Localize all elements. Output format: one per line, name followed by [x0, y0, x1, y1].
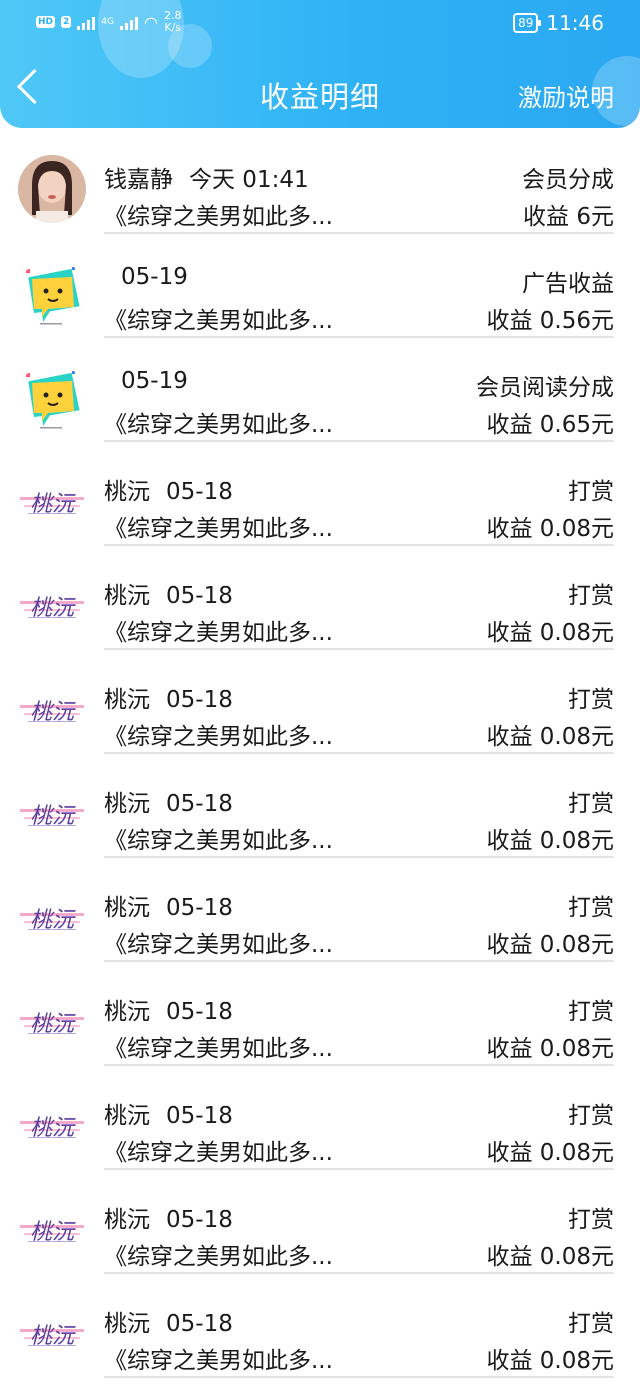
chat-bubble-avatar — [18, 259, 86, 327]
entry-time: 05-18 — [166, 791, 233, 817]
entry-time: 05-18 — [166, 583, 233, 609]
user-name: 桃沅 — [104, 791, 150, 817]
network-speed: 2.8 K/s — [164, 10, 182, 34]
user-name: 桃沅 — [104, 687, 150, 713]
book-title: 《综穿之美男如此多... — [104, 1036, 333, 1062]
income-amount: 收益 6元 — [523, 204, 614, 230]
taoyuan-logo-avatar: 桃沅 — [18, 883, 86, 951]
incentive-info-link[interactable]: 激励说明 — [518, 78, 614, 113]
entry-time: 05-18 — [166, 1311, 233, 1337]
entry-time: 05-18 — [166, 895, 233, 921]
network-type: 4G — [101, 17, 114, 27]
book-title: 《综穿之美男如此多... — [104, 412, 333, 438]
clock: 11:46 — [546, 11, 604, 35]
book-title: 《综穿之美男如此多... — [104, 932, 333, 958]
app-header: HD 2 4G ◠ 2.8 K/s 89 11:46 收益明细 激励说明 — [0, 0, 640, 128]
user-name: 桃沅 — [104, 1103, 150, 1129]
taoyuan-logo-avatar: 桃沅 — [18, 675, 86, 743]
taoyuan-logo-avatar: 桃沅 — [18, 779, 86, 847]
list-item-1[interactable]: 钱嘉静 今天 01:41 会员分成 《综穿之美男如此多... 收益 6元 — [0, 130, 640, 234]
speed-unit: K/s — [164, 21, 182, 34]
hd-badge: HD — [36, 16, 56, 28]
user-name: 桃沅 — [104, 1207, 150, 1233]
user-name: 桃沅 — [104, 479, 150, 505]
income-amount: 收益 0.08元 — [486, 1348, 614, 1374]
income-amount: 收益 0.08元 — [486, 620, 614, 646]
income-type: 打赏 — [568, 479, 614, 505]
user-name: 桃沅 — [104, 1311, 150, 1337]
taoyuan-logo-avatar: 桃沅 — [18, 1299, 86, 1367]
entry-time: 05-18 — [166, 1103, 233, 1129]
user-name: 桃沅 — [104, 999, 150, 1025]
income-amount: 收益 0.08元 — [486, 932, 614, 958]
book-title: 《综穿之美男如此多... — [104, 204, 333, 230]
taoyuan-logo-avatar: 桃沅 — [18, 467, 86, 535]
list-item-9[interactable]: 桃沅 桃沅 05-18 打赏 《综穿之美男如此多... 收益 0.08元 — [0, 962, 640, 1066]
list-item-6[interactable]: 桃沅 桃沅 05-18 打赏 《综穿之美男如此多... 收益 0.08元 — [0, 650, 640, 754]
photo-avatar — [18, 155, 86, 223]
book-title: 《综穿之美男如此多... — [104, 1348, 333, 1374]
list-item-7[interactable]: 桃沅 桃沅 05-18 打赏 《综穿之美男如此多... 收益 0.08元 — [0, 754, 640, 858]
wifi-icon: ◠ — [143, 12, 158, 32]
taoyuan-logo-avatar: 桃沅 — [18, 987, 86, 1055]
income-type: 打赏 — [568, 687, 614, 713]
book-title: 《综穿之美男如此多... — [104, 1244, 333, 1270]
book-title: 《综穿之美男如此多... — [104, 308, 333, 334]
list-item-10[interactable]: 桃沅 桃沅 05-18 打赏 《综穿之美男如此多... 收益 0.08元 — [0, 1066, 640, 1170]
user-name: 桃沅 — [104, 895, 150, 921]
entry-time: 05-18 — [166, 1207, 233, 1233]
list-item-2[interactable]: 05-19 广告收益 《综穿之美男如此多... 收益 0.56元 — [0, 234, 640, 338]
divider — [104, 1376, 614, 1378]
entry-time: 今天 01:41 — [189, 167, 309, 193]
income-amount: 收益 0.08元 — [486, 1140, 614, 1166]
income-type: 会员分成 — [522, 167, 614, 193]
income-type: 打赏 — [568, 583, 614, 609]
entry-time: 05-18 — [166, 999, 233, 1025]
chat-bubble-avatar — [18, 363, 86, 431]
signal-icon — [119, 14, 138, 30]
income-amount: 收益 0.65元 — [486, 412, 614, 438]
list-item-3[interactable]: 05-19 会员阅读分成 《综穿之美男如此多... 收益 0.65元 — [0, 338, 640, 442]
book-title: 《综穿之美男如此多... — [104, 620, 333, 646]
income-type: 打赏 — [568, 1103, 614, 1129]
user-name: 钱嘉静 — [104, 167, 173, 193]
entry-time: 05-18 — [166, 687, 233, 713]
taoyuan-logo-avatar: 桃沅 — [18, 571, 86, 639]
status-bar: HD 2 4G ◠ 2.8 K/s 89 11:46 — [0, 0, 640, 46]
earnings-list: 钱嘉静 今天 01:41 会员分成 《综穿之美男如此多... 收益 6元 05-1… — [0, 130, 640, 1378]
list-item-4[interactable]: 桃沅 桃沅 05-18 打赏 《综穿之美男如此多... 收益 0.08元 — [0, 442, 640, 546]
taoyuan-logo-avatar: 桃沅 — [18, 1091, 86, 1159]
list-item-11[interactable]: 桃沅 桃沅 05-18 打赏 《综穿之美男如此多... 收益 0.08元 — [0, 1170, 640, 1274]
list-item-8[interactable]: 桃沅 桃沅 05-18 打赏 《综穿之美男如此多... 收益 0.08元 — [0, 858, 640, 962]
income-type: 打赏 — [568, 895, 614, 921]
income-type: 广告收益 — [522, 271, 614, 297]
list-item-5[interactable]: 桃沅 桃沅 05-18 打赏 《综穿之美男如此多... 收益 0.08元 — [0, 546, 640, 650]
income-amount: 收益 0.08元 — [486, 828, 614, 854]
entry-time: 05-19 — [121, 368, 188, 394]
income-amount: 收益 0.08元 — [486, 1244, 614, 1270]
book-title: 《综穿之美男如此多... — [104, 724, 333, 750]
battery-icon: 89 — [513, 13, 542, 33]
book-title: 《综穿之美男如此多... — [104, 828, 333, 854]
list-item-12[interactable]: 桃沅 桃沅 05-18 打赏 《综穿之美男如此多... 收益 0.08元 — [0, 1274, 640, 1378]
sim-badge: 2 — [61, 16, 72, 28]
entry-time: 05-19 — [121, 264, 188, 290]
income-amount: 收益 0.08元 — [486, 724, 614, 750]
user-name: 桃沅 — [104, 583, 150, 609]
income-type: 打赏 — [568, 999, 614, 1025]
income-type: 打赏 — [568, 1311, 614, 1337]
signal-icon — [77, 14, 96, 30]
income-amount: 收益 0.08元 — [486, 516, 614, 542]
income-type: 打赏 — [568, 791, 614, 817]
income-type: 会员阅读分成 — [476, 375, 614, 401]
book-title: 《综穿之美男如此多... — [104, 516, 333, 542]
taoyuan-logo-avatar: 桃沅 — [18, 1195, 86, 1263]
income-amount: 收益 0.56元 — [486, 308, 614, 334]
income-amount: 收益 0.08元 — [486, 1036, 614, 1062]
income-type: 打赏 — [568, 1207, 614, 1233]
entry-time: 05-18 — [166, 479, 233, 505]
book-title: 《综穿之美男如此多... — [104, 1140, 333, 1166]
